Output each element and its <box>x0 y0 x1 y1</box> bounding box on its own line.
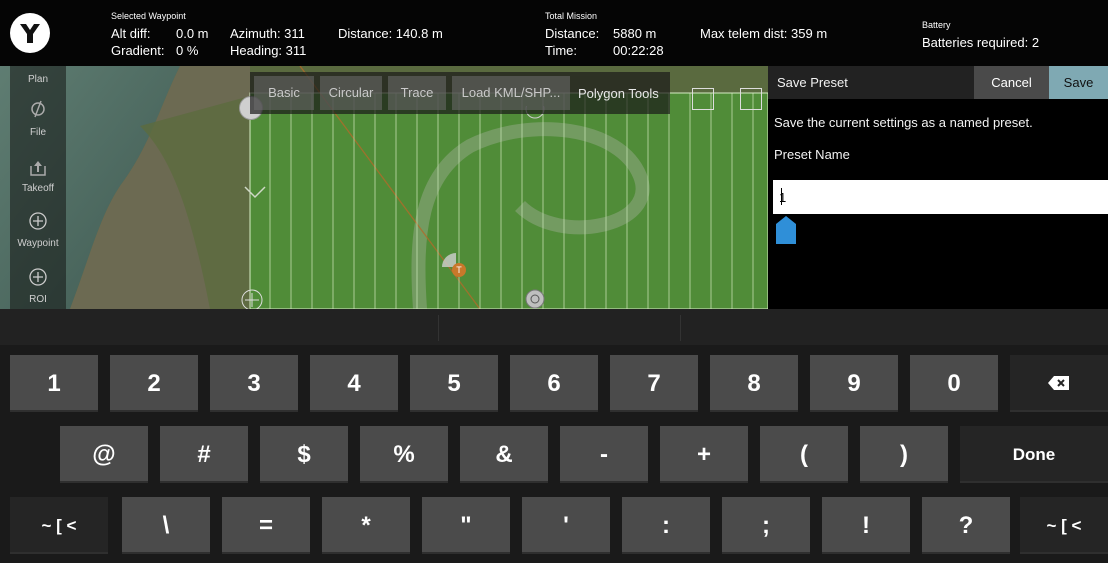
mission-distance-label: Distance: <box>545 26 600 41</box>
key-ampersand[interactable]: & <box>460 426 548 483</box>
add-waypoint-icon[interactable] <box>28 211 48 231</box>
alt-diff-label: Alt diff: <box>111 26 151 41</box>
selected-waypoint-label: Selected Waypoint <box>111 11 186 21</box>
key-dollar[interactable]: $ <box>260 426 348 483</box>
status-bar: Selected Waypoint Alt diff: 0.0 m Gradie… <box>0 0 1108 66</box>
key-equals[interactable]: = <box>222 497 310 554</box>
rail-takeoff-label[interactable]: Takeoff <box>10 183 66 194</box>
preset-name-input[interactable] <box>773 180 1108 214</box>
tab-load-kml[interactable]: Load KML/SHP... <box>452 76 570 110</box>
tab-circular[interactable]: Circular <box>320 76 382 110</box>
mission-time-label: Time: <box>545 43 578 58</box>
rail-roi-label[interactable]: ROI <box>10 294 66 305</box>
add-roi-icon[interactable] <box>28 267 48 287</box>
key-5[interactable]: 5 <box>410 355 498 412</box>
text-cursor <box>781 188 782 205</box>
tab-basic[interactable]: Basic <box>254 76 314 110</box>
key-hash[interactable]: # <box>160 426 248 483</box>
rail-plan-label: Plan <box>27 74 48 85</box>
backspace-icon <box>1048 376 1069 390</box>
key-semicolon[interactable]: ; <box>722 497 810 554</box>
key-close-paren[interactable]: ) <box>860 426 948 483</box>
rail-file-label[interactable]: File <box>10 127 66 138</box>
azimuth-readout: Azimuth: 311 <box>230 26 305 41</box>
key-question[interactable]: ? <box>922 497 1010 554</box>
tool-rail: Plan File Takeoff Waypoint ROI <box>10 66 66 309</box>
key-asterisk[interactable]: * <box>322 497 410 554</box>
app-logo[interactable] <box>10 13 50 53</box>
mission-distance-value: 5880 m <box>613 26 657 41</box>
preset-name-label: Preset Name <box>774 147 850 162</box>
key-minus[interactable]: - <box>560 426 648 483</box>
panel-title: Save Preset <box>777 75 848 90</box>
cancel-button[interactable]: Cancel <box>974 66 1049 99</box>
key-7[interactable]: 7 <box>610 355 698 412</box>
key-colon[interactable]: : <box>622 497 710 554</box>
key-2[interactable]: 2 <box>110 355 198 412</box>
key-6[interactable]: 6 <box>510 355 598 412</box>
gradient-value: 0 % <box>176 43 199 58</box>
battery-label: Battery <box>922 20 951 30</box>
takeoff-marker[interactable]: T <box>441 252 471 282</box>
key-3[interactable]: 3 <box>210 355 298 412</box>
undo-icon[interactable] <box>28 99 48 119</box>
rail-waypoint-label[interactable]: Waypoint <box>10 238 66 249</box>
save-button[interactable]: Save <box>1049 66 1108 99</box>
square-marker[interactable] <box>692 88 714 110</box>
mission-time-value: 00:22:28 <box>613 43 664 58</box>
alt-diff-value: 0.0 m <box>176 26 209 41</box>
key-1[interactable]: 1 <box>10 355 98 412</box>
takeoff-marker-label: T <box>456 265 462 275</box>
key-plus[interactable]: + <box>660 426 748 483</box>
key-4[interactable]: 4 <box>310 355 398 412</box>
panel-header: Save Preset Cancel Save <box>768 66 1108 99</box>
gradient-label: Gradient: <box>111 43 165 58</box>
backspace-key[interactable] <box>1010 355 1108 412</box>
heading-readout: Heading: 311 <box>230 43 307 58</box>
max-telemetry-distance: Max telem dist: 359 m <box>700 26 828 41</box>
total-mission-label: Total Mission <box>545 11 598 21</box>
polygon-tools-title: Polygon Tools <box>578 86 659 101</box>
panel-description: Save the current settings as a named pre… <box>774 115 1033 130</box>
key-exclamation[interactable]: ! <box>822 497 910 554</box>
waypoint-add-marker[interactable] <box>240 288 264 309</box>
save-preset-panel: Save Preset Cancel Save Save the current… <box>768 66 1108 309</box>
key-open-paren[interactable]: ( <box>760 426 848 483</box>
tab-trace[interactable]: Trace <box>388 76 446 110</box>
batteries-required: Batteries required: 2 <box>922 35 1040 50</box>
key-apostrophe[interactable]: ' <box>522 497 610 554</box>
alt-symbols-key-right[interactable]: ~ [ < <box>1020 497 1108 554</box>
key-percent[interactable]: % <box>360 426 448 483</box>
key-0[interactable]: 0 <box>910 355 998 412</box>
key-backslash[interactable]: \ <box>122 497 210 554</box>
square-marker[interactable] <box>740 88 762 110</box>
suggestion-strip <box>0 309 1108 345</box>
takeoff-icon[interactable] <box>28 158 48 178</box>
key-9[interactable]: 9 <box>810 355 898 412</box>
crosshair-icon[interactable] <box>524 288 546 309</box>
key-double-quote[interactable]: " <box>422 497 510 554</box>
polygon-tools-bar: Basic Circular Trace Load KML/SHP... Pol… <box>250 72 670 114</box>
chevron-down-icon <box>243 184 266 204</box>
distance-readout: Distance: 140.8 m <box>338 26 443 41</box>
key-at[interactable]: @ <box>60 426 148 483</box>
done-key[interactable]: Done <box>960 426 1108 483</box>
alt-symbols-key-left[interactable]: ~ [ < <box>10 497 108 554</box>
key-8[interactable]: 8 <box>710 355 798 412</box>
on-screen-keyboard: 1 2 3 4 5 6 7 8 9 0 @ # $ % & - + ( ) Do… <box>0 309 1108 563</box>
text-selection-handle[interactable] <box>776 216 796 244</box>
